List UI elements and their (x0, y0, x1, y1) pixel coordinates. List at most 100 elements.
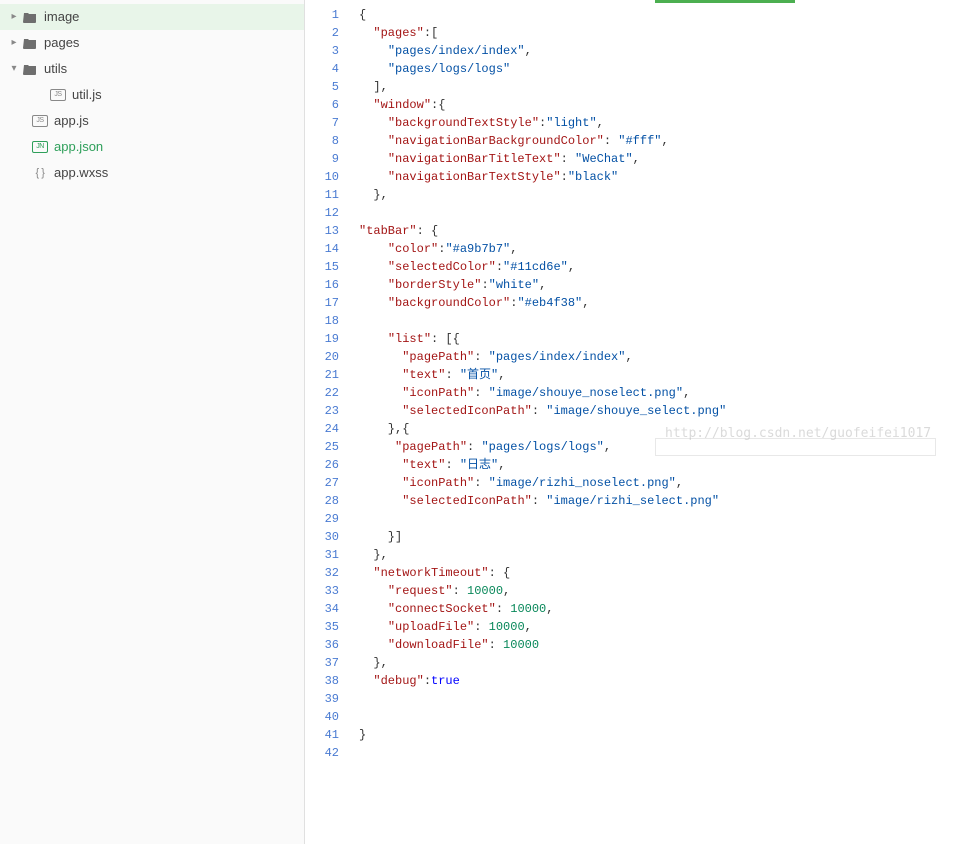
code-line[interactable]: },{ (359, 420, 954, 438)
line-number: 6 (305, 96, 339, 114)
line-number: 10 (305, 168, 339, 186)
code-line[interactable]: "text": "日志", (359, 456, 954, 474)
code-line[interactable]: }, (359, 186, 954, 204)
code-line[interactable]: "connectSocket": 10000, (359, 600, 954, 618)
line-number: 32 (305, 564, 339, 582)
code-line[interactable]: "borderStyle":"white", (359, 276, 954, 294)
line-number: 28 (305, 492, 339, 510)
line-number: 29 (305, 510, 339, 528)
code-line[interactable]: "selectedColor":"#11cd6e", (359, 258, 954, 276)
line-number: 17 (305, 294, 339, 312)
line-number-gutter: 1234567891011121314151617181920212223242… (305, 0, 349, 844)
line-number: 38 (305, 672, 339, 690)
line-number: 37 (305, 654, 339, 672)
code-line[interactable] (359, 312, 954, 330)
code-line[interactable]: "color":"#a9b7b7", (359, 240, 954, 258)
code-line[interactable]: "tabBar": { (359, 222, 954, 240)
js-file-icon: JS (32, 113, 48, 129)
line-number: 40 (305, 708, 339, 726)
tree-item-label: utils (44, 60, 67, 78)
code-line[interactable] (359, 708, 954, 726)
code-line[interactable]: "pages":[ (359, 24, 954, 42)
code-line[interactable]: "selectedIconPath": "image/rizhi_select.… (359, 492, 954, 510)
tree-item-label: app.wxss (54, 164, 108, 182)
code-line[interactable]: "pages/logs/logs" (359, 60, 954, 78)
code-line[interactable]: "backgroundColor":"#eb4f38", (359, 294, 954, 312)
line-number: 8 (305, 132, 339, 150)
code-line[interactable]: ], (359, 78, 954, 96)
line-number: 34 (305, 600, 339, 618)
code-editor[interactable]: 1234567891011121314151617181920212223242… (305, 0, 954, 844)
code-line[interactable]: "networkTimeout": { (359, 564, 954, 582)
chevron-icon: ▾ (8, 60, 20, 78)
code-line[interactable]: }, (359, 546, 954, 564)
code-line[interactable]: "downloadFile": 10000 (359, 636, 954, 654)
tree-item-label: image (44, 8, 79, 26)
chevron-icon: ▸ (8, 34, 20, 52)
tree-item-app-js[interactable]: JSapp.js (0, 108, 304, 134)
code-line[interactable]: "navigationBarTextStyle":"black" (359, 168, 954, 186)
tree-item-utils[interactable]: ▾ utils (0, 56, 304, 82)
tree-item-label: util.js (72, 86, 102, 104)
line-number: 3 (305, 42, 339, 60)
code-line[interactable]: "request": 10000, (359, 582, 954, 600)
code-line[interactable]: "text": "首页", (359, 366, 954, 384)
code-line[interactable]: "navigationBarBackgroundColor": "#fff", (359, 132, 954, 150)
folder-icon (22, 61, 38, 77)
code-line[interactable]: "pagePath": "pages/index/index", (359, 348, 954, 366)
code-line[interactable]: "list": [{ (359, 330, 954, 348)
tree-item-image[interactable]: ▸ image (0, 4, 304, 30)
tree-item-util-js[interactable]: JSutil.js (0, 82, 304, 108)
line-number: 25 (305, 438, 339, 456)
code-line[interactable] (359, 744, 954, 762)
folder-icon (22, 9, 38, 25)
code-line[interactable]: }, (359, 654, 954, 672)
code-line[interactable]: "pagePath": "pages/logs/logs", (359, 438, 954, 456)
line-number: 24 (305, 420, 339, 438)
code-line[interactable]: "backgroundTextStyle":"light", (359, 114, 954, 132)
code-line[interactable]: "debug":true (359, 672, 954, 690)
code-line[interactable]: "selectedIconPath": "image/shouye_select… (359, 402, 954, 420)
line-number: 18 (305, 312, 339, 330)
tree-item-pages[interactable]: ▸pages (0, 30, 304, 56)
line-number: 4 (305, 60, 339, 78)
line-number: 16 (305, 276, 339, 294)
line-number: 27 (305, 474, 339, 492)
line-number: 1 (305, 6, 339, 24)
code-line[interactable]: } (359, 726, 954, 744)
line-number: 14 (305, 240, 339, 258)
code-line[interactable] (359, 690, 954, 708)
code-line[interactable] (359, 204, 954, 222)
line-number: 26 (305, 456, 339, 474)
code-content[interactable]: { "pages":[ "pages/index/index", "pages/… (349, 0, 954, 844)
line-number: 35 (305, 618, 339, 636)
line-number: 41 (305, 726, 339, 744)
line-number: 12 (305, 204, 339, 222)
folder-icon (22, 35, 38, 51)
code-line[interactable]: "iconPath": "image/rizhi_noselect.png", (359, 474, 954, 492)
code-line[interactable]: { (359, 6, 954, 24)
line-number: 7 (305, 114, 339, 132)
code-line[interactable]: "iconPath": "image/shouye_noselect.png", (359, 384, 954, 402)
code-line[interactable]: "uploadFile": 10000, (359, 618, 954, 636)
code-line[interactable]: "navigationBarTitleText": "WeChat", (359, 150, 954, 168)
status-bar (655, 0, 795, 3)
line-number: 33 (305, 582, 339, 600)
tree-item-label: app.json (54, 138, 103, 156)
tree-item-app-wxss[interactable]: { }app.wxss (0, 160, 304, 186)
code-line[interactable]: "pages/index/index", (359, 42, 954, 60)
code-line[interactable]: }] (359, 528, 954, 546)
line-number: 20 (305, 348, 339, 366)
json-file-icon: JN (32, 139, 48, 155)
line-number: 30 (305, 528, 339, 546)
line-number: 39 (305, 690, 339, 708)
line-number: 15 (305, 258, 339, 276)
line-number: 11 (305, 186, 339, 204)
code-line[interactable] (359, 510, 954, 528)
code-line[interactable]: "window":{ (359, 96, 954, 114)
line-number: 13 (305, 222, 339, 240)
tree-item-app-json[interactable]: JN app.json (0, 134, 304, 160)
line-number: 9 (305, 150, 339, 168)
line-number: 21 (305, 366, 339, 384)
chevron-icon: ▸ (8, 8, 20, 26)
